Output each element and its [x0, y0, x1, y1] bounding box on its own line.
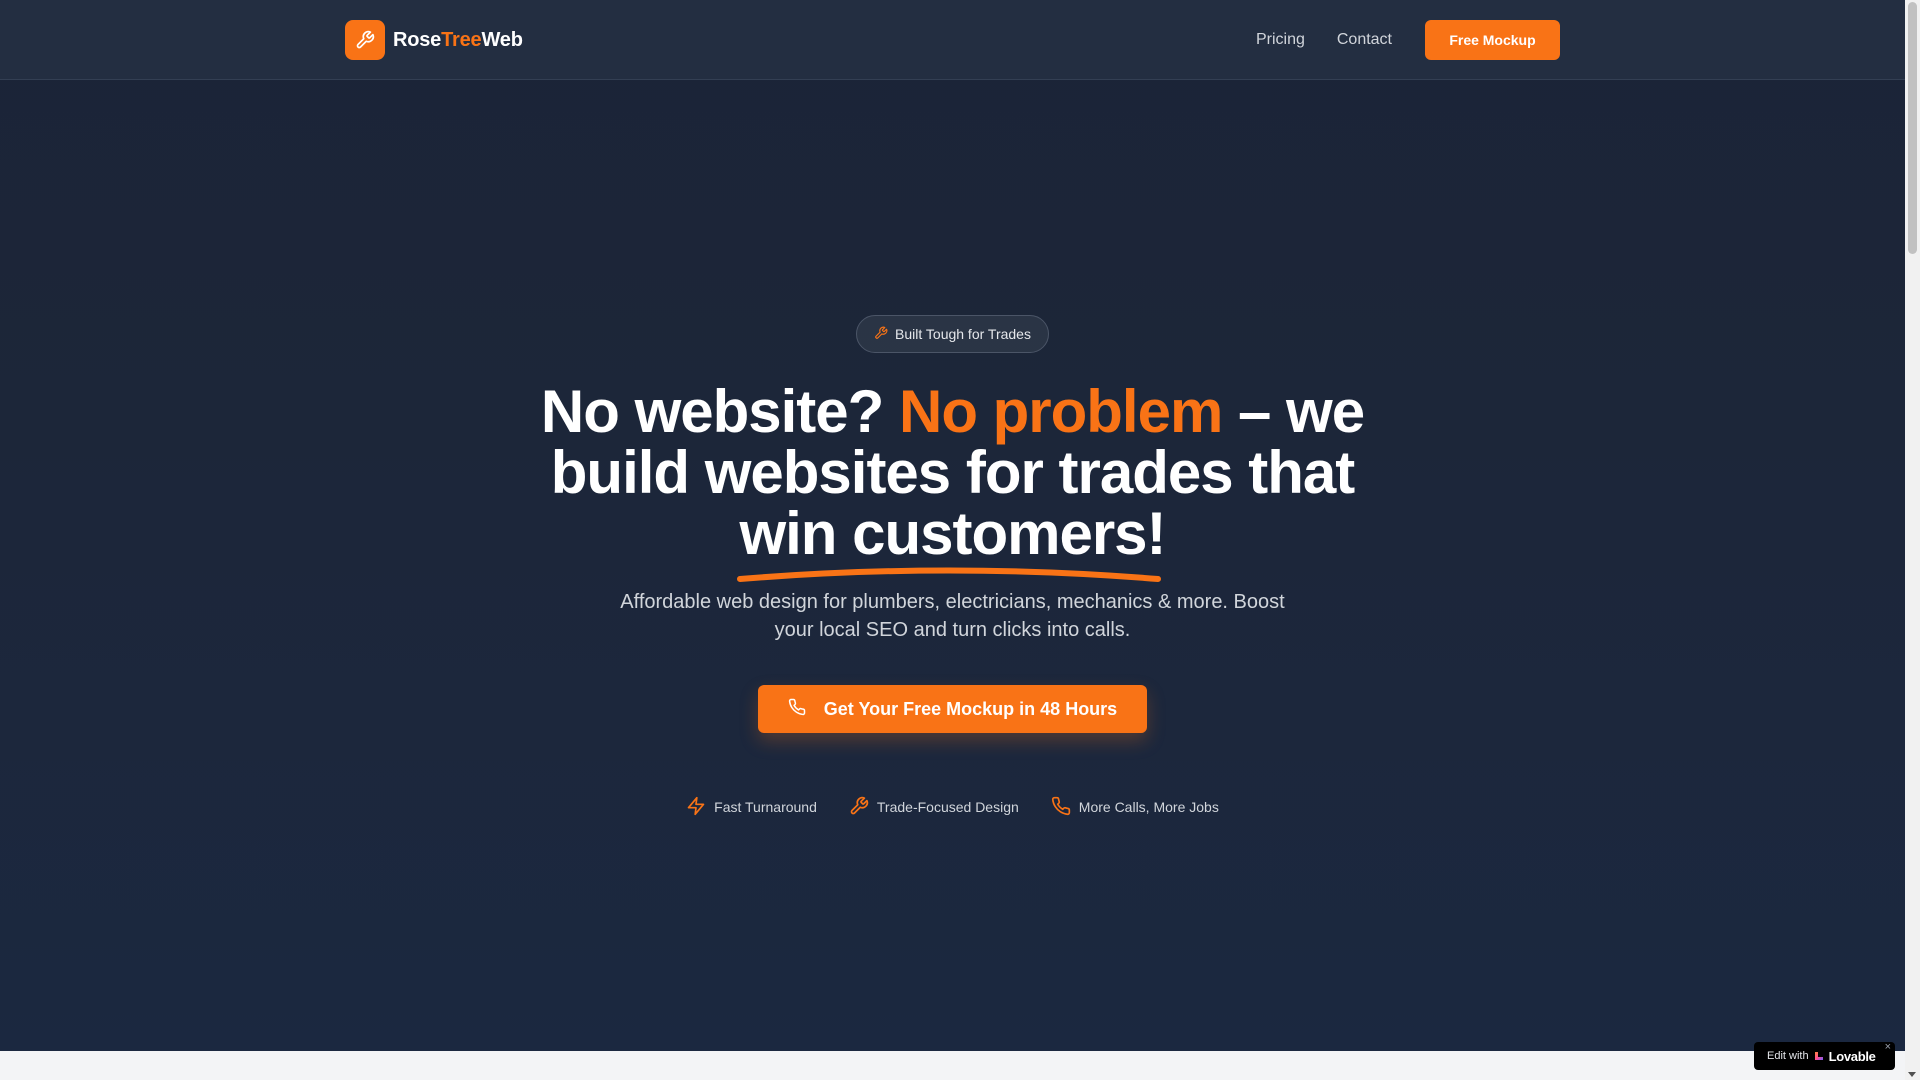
wrench-icon	[345, 20, 385, 60]
headline-underlined: win customers!	[737, 503, 1167, 582]
nav-link-pricing[interactable]: Pricing	[1256, 31, 1305, 49]
headline-text: No website?	[540, 378, 899, 445]
feature-item: Fast Turnaround	[686, 796, 817, 819]
feature-label: Fast Turnaround	[714, 799, 817, 815]
lovable-brand: Lovable	[1828, 1048, 1876, 1064]
brand-name: RoseTreeWeb	[393, 28, 523, 51]
page: RoseTreeWeb Pricing Contact Free Mockup …	[0, 0, 1905, 1080]
logo[interactable]: RoseTreeWeb	[345, 20, 523, 60]
cta-label: Get Your Free Mockup in 48 Hours	[823, 698, 1118, 719]
wrench-icon	[874, 326, 888, 343]
feature-label: Trade-Focused Design	[876, 799, 1019, 815]
page-scrollbar[interactable]	[1905, 0, 1920, 1080]
lovable-prefix: Edit with	[1767, 1050, 1809, 1062]
feature-list: Fast Turnaround Trade-Focused Design Mor…	[0, 795, 1905, 819]
scroll-down-arrow-icon[interactable]	[1908, 1072, 1916, 1077]
nav-link-contact[interactable]: Contact	[1337, 31, 1392, 49]
underline-swoosh	[737, 567, 1162, 582]
get-free-mockup-button[interactable]: Get Your Free Mockup in 48 Hours	[758, 685, 1147, 733]
hero-headline: No website? No problem – we build websit…	[500, 378, 1405, 582]
badge-text: Built Tough for Trades	[895, 326, 1031, 342]
free-mockup-button[interactable]: Free Mockup	[1425, 20, 1560, 60]
scrollbar-thumb[interactable]	[1908, 2, 1917, 254]
hero-subtext: Affordable web design for plumbers, elec…	[620, 591, 1285, 641]
feature-item: Trade-Focused Design	[849, 796, 1019, 819]
edit-with-lovable-badge[interactable]: Edit with Lovable ×	[1754, 1041, 1895, 1070]
phone-icon	[1051, 796, 1071, 819]
main-nav: Pricing Contact Free Mockup	[1256, 20, 1560, 60]
trades-badge: Built Tough for Trades	[856, 315, 1049, 353]
hero-section: Built Tough for Trades No website? No pr…	[0, 81, 1905, 1051]
close-icon[interactable]: ×	[1885, 1041, 1891, 1053]
site-header: RoseTreeWeb Pricing Contact Free Mockup	[0, 0, 1905, 80]
feature-item: More Calls, More Jobs	[1051, 796, 1219, 819]
headline-highlight: No problem	[898, 378, 1223, 445]
lovable-logo-icon	[1814, 1052, 1823, 1060]
feature-label: More Calls, More Jobs	[1078, 799, 1219, 815]
lightning-icon	[686, 796, 706, 819]
wrench-icon	[849, 796, 869, 819]
next-section-edge	[0, 1051, 1905, 1080]
phone-icon	[788, 698, 806, 721]
